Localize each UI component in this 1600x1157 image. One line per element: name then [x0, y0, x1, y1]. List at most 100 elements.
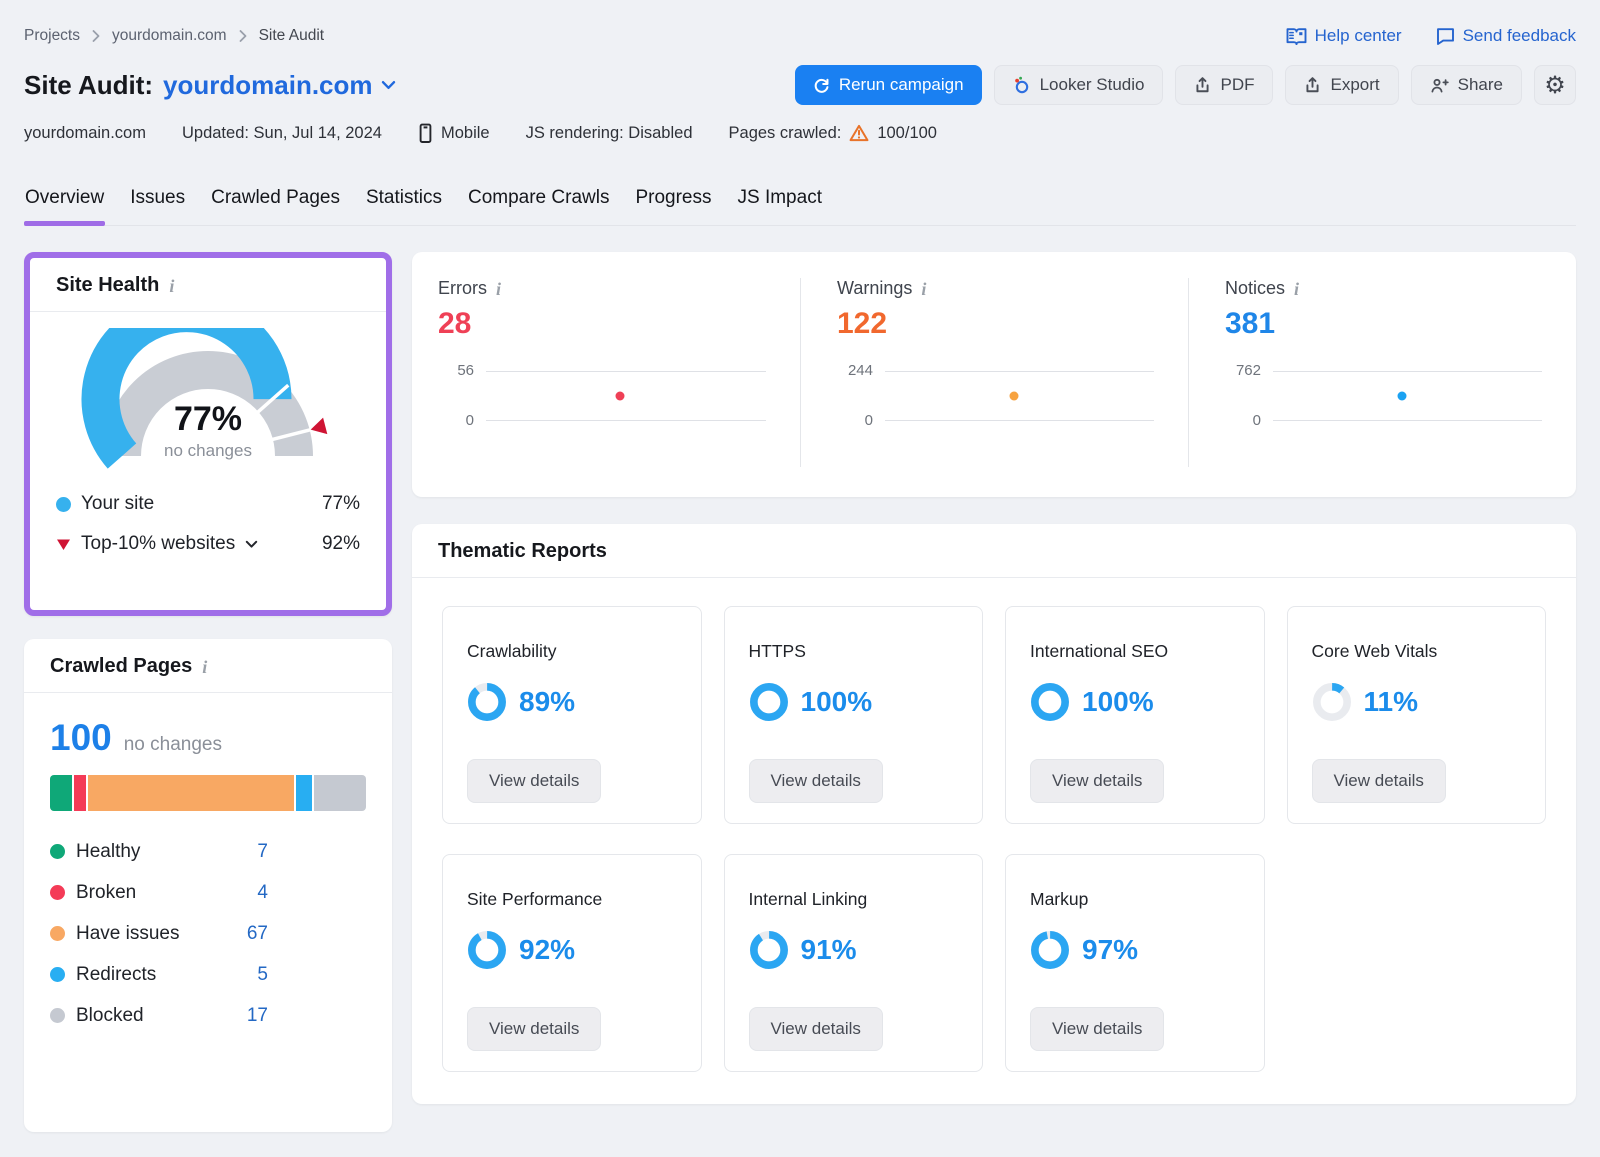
export-label: Export [1330, 75, 1379, 95]
tab-compare-crawls[interactable]: Compare Crawls [467, 187, 610, 225]
tab-progress[interactable]: Progress [634, 187, 712, 225]
legend-row-have-issues: Have issues 67 [50, 913, 268, 954]
info-icon[interactable]: i [1294, 280, 1299, 298]
have-issues-count[interactable]: 67 [247, 923, 268, 945]
view-details-button[interactable]: View details [467, 759, 601, 803]
rerun-campaign-button[interactable]: Rerun campaign [795, 65, 982, 105]
legend-row-your-site: Your site 77% [56, 484, 360, 524]
view-details-button[interactable]: View details [1312, 759, 1446, 803]
errors-data-point [616, 392, 625, 401]
site-health-change: no changes [78, 441, 338, 461]
report-card-internal-linking: Internal Linking 91% View details [724, 854, 984, 1072]
report-title: Crawlability [467, 641, 677, 662]
pdf-button[interactable]: PDF [1175, 65, 1273, 105]
legend-row-top10[interactable]: Top-10% websites 92% [56, 524, 360, 564]
breadcrumb-projects[interactable]: Projects [24, 27, 80, 45]
warnings-label-row: Warnings i [837, 278, 1154, 299]
errors-column: Errors i 28 56 0 [412, 278, 800, 467]
report-score: 100% [801, 686, 873, 718]
errors-trend-chart: 56 0 [438, 371, 766, 435]
settings-button[interactable]: ⚙ [1534, 65, 1576, 105]
report-score: 92% [519, 934, 575, 966]
healthy-count[interactable]: 7 [257, 841, 268, 863]
issues-summary-card: Errors i 28 56 0 [412, 252, 1576, 497]
phone-icon [418, 123, 433, 144]
notices-trend-chart: 762 0 [1225, 371, 1542, 435]
domain-dropdown[interactable]: yourdomain.com [163, 70, 395, 101]
rerun-campaign-label: Rerun campaign [839, 75, 964, 95]
info-icon[interactable]: i [169, 277, 174, 295]
thematic-reports-header: Thematic Reports [412, 524, 1576, 578]
send-feedback-link[interactable]: Send feedback [1436, 26, 1576, 46]
notices-data-point [1398, 392, 1407, 401]
errors-axis-top: 56 [438, 364, 474, 378]
info-icon[interactable]: i [202, 658, 207, 676]
warning-icon [849, 124, 869, 142]
thematic-reports-grid: Crawlability 89% View details HTTPS [412, 578, 1576, 1100]
tab-overview[interactable]: Overview [24, 187, 105, 225]
broken-count[interactable]: 4 [257, 882, 268, 904]
have-issues-label: Have issues [76, 923, 180, 945]
blocked-dot [50, 1008, 65, 1023]
meta-bar: yourdomain.com Updated: Sun, Jul 14, 202… [24, 121, 1576, 145]
gear-icon: ⚙ [1544, 73, 1566, 97]
tab-crawled-pages[interactable]: Crawled Pages [210, 187, 341, 225]
top-bar: Projects yourdomain.com Site Audit Help … [24, 24, 1576, 48]
view-details-button[interactable]: View details [467, 1007, 601, 1051]
crawled-pages-header: Crawled Pages i [24, 639, 392, 693]
crawled-pages-total-row: 100 no changes [50, 717, 366, 759]
notices-axis-top: 762 [1225, 364, 1261, 378]
help-center-link[interactable]: Help center [1286, 26, 1402, 46]
chevron-right-icon [239, 30, 247, 42]
report-score: 91% [801, 934, 857, 966]
view-details-button[interactable]: View details [1030, 759, 1164, 803]
blocked-count[interactable]: 17 [247, 1005, 268, 1027]
page-title-label: Site Audit: [24, 70, 153, 101]
share-button[interactable]: Share [1411, 65, 1522, 105]
warnings-axis-bottom: 0 [837, 414, 873, 428]
notices-column: Notices i 381 762 0 [1188, 278, 1576, 467]
view-details-button[interactable]: View details [749, 1007, 883, 1051]
send-feedback-label: Send feedback [1463, 26, 1576, 46]
breadcrumb-domain[interactable]: yourdomain.com [112, 27, 227, 45]
redirects-count[interactable]: 5 [257, 964, 268, 986]
report-score: 89% [519, 686, 575, 718]
page-title: Site Audit: yourdomain.com [24, 70, 396, 101]
crawled-pages-change: no changes [124, 734, 222, 756]
donut-chart [749, 930, 789, 970]
report-score: 97% [1082, 934, 1138, 966]
upload-icon [1194, 76, 1211, 94]
meta-device: Mobile [418, 123, 490, 144]
legend-row-broken: Broken 4 [50, 872, 268, 913]
tab-js-impact[interactable]: JS Impact [737, 187, 823, 225]
report-title: Markup [1030, 889, 1240, 910]
report-score: 100% [1082, 686, 1154, 718]
your-site-dot [56, 497, 71, 512]
thematic-reports-card: Thematic Reports Crawlability 89% View d… [412, 524, 1576, 1104]
errors-value: 28 [438, 307, 766, 341]
donut-chart [467, 930, 507, 970]
report-card-https: HTTPS 100% View details [724, 606, 984, 824]
view-details-button[interactable]: View details [749, 759, 883, 803]
your-site-label: Your site [81, 493, 154, 515]
title-bar: Site Audit: yourdomain.com Rerun campaig… [24, 64, 1576, 106]
info-icon[interactable]: i [921, 280, 926, 298]
info-icon[interactable]: i [496, 280, 501, 298]
broken-label: Broken [76, 882, 136, 904]
tab-issues[interactable]: Issues [129, 187, 186, 225]
notices-value: 381 [1225, 307, 1542, 341]
donut-chart [749, 682, 789, 722]
meta-domain: yourdomain.com [24, 124, 146, 143]
notices-axis-bottom: 0 [1225, 414, 1261, 428]
healthy-label: Healthy [76, 841, 140, 863]
warnings-trend-chart: 244 0 [837, 371, 1154, 435]
looker-studio-button[interactable]: Looker Studio [994, 65, 1164, 105]
tab-statistics[interactable]: Statistics [365, 187, 443, 225]
top-links: Help center Send feedback [1286, 26, 1576, 46]
errors-label: Errors [438, 278, 487, 299]
export-button[interactable]: Export [1285, 65, 1398, 105]
legend-row-blocked: Blocked 17 [50, 995, 268, 1036]
view-details-button[interactable]: View details [1030, 1007, 1164, 1051]
legend-row-healthy: Healthy 7 [50, 831, 268, 872]
help-center-label: Help center [1315, 26, 1402, 46]
